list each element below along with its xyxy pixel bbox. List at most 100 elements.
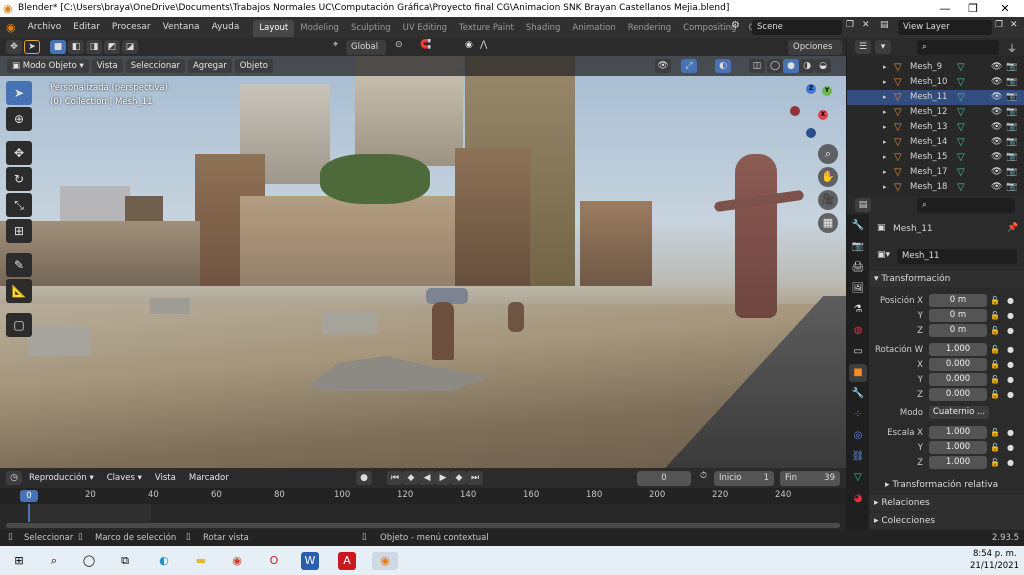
render-camera-icon[interactable]: 📷 (1006, 120, 1017, 135)
transform-tool-icon[interactable]: ⊞ (6, 219, 32, 243)
tab-shading[interactable]: Shading (520, 20, 567, 37)
close-button[interactable]: ✕ (990, 0, 1020, 17)
blender-menu-icon[interactable]: ◉ (0, 21, 22, 34)
timeline-scrollbar[interactable] (6, 523, 840, 528)
outliner-row-selected[interactable]: ▸ ▽ Mesh_11 ▽ 👁 📷 (847, 90, 1024, 105)
keyframe-dot-icon[interactable]: ● (1007, 296, 1014, 305)
modifier-tab-icon[interactable]: 🔧 (849, 385, 867, 403)
keyframe-dot-icon[interactable]: ● (1007, 458, 1014, 467)
timeline-view-menu[interactable]: Vista (150, 471, 181, 485)
rotation-x-field[interactable]: 0.000 (929, 358, 987, 371)
outliner-editor-icon[interactable]: ☰ (855, 40, 871, 54)
outliner-row[interactable]: ▸ ▽ Mesh_17 ▽ 👁 📷 (847, 165, 1024, 180)
keyframe-dot-icon[interactable]: ● (1007, 345, 1014, 354)
options-dropdown[interactable]: Opciones (788, 40, 842, 55)
current-frame-field[interactable]: 0 (637, 471, 691, 486)
object-name-field[interactable]: Mesh_11 (897, 249, 1017, 264)
editor-type-icon[interactable]: ✥ (6, 40, 22, 54)
expand-icon[interactable]: ▸ (883, 150, 887, 165)
rotation-mode-dropdown[interactable]: Cuaternio ... (929, 406, 989, 419)
lock-icon[interactable]: 🔓 (990, 345, 1000, 354)
delete-view-layer-icon[interactable]: ✕ (1010, 20, 1018, 30)
expand-icon[interactable]: ▸ (883, 90, 887, 105)
scene-field[interactable]: Scene (752, 20, 842, 35)
add-cube-tool-icon[interactable]: ▢ (6, 313, 32, 337)
play-reverse-icon[interactable]: ◀ (419, 471, 435, 485)
prev-keyframe-icon[interactable]: ◆ (403, 471, 419, 485)
render-camera-icon[interactable]: 📷 (1006, 75, 1017, 90)
location-z-field[interactable]: 0 m (929, 324, 987, 337)
marker-menu[interactable]: Marcador (184, 471, 234, 485)
filter-icon[interactable]: ⏚ (1007, 40, 1017, 55)
falloff-icon[interactable]: ⋀ (480, 40, 487, 50)
gizmo-toggle-icon[interactable]: ⤢ (681, 59, 697, 73)
physics-tab-icon[interactable]: ◎ (849, 427, 867, 445)
rotate-tool-icon[interactable]: ↻ (6, 167, 32, 191)
eye-icon[interactable]: 👁 (991, 60, 1002, 75)
scale-tool-icon[interactable]: ⤡ (6, 193, 32, 217)
acrobat-icon[interactable]: A (338, 552, 356, 570)
windows-start-icon[interactable]: ⊞ (10, 552, 28, 570)
visibility-icon[interactable]: 👁 (655, 59, 671, 73)
keyframe-dot-icon[interactable]: ● (1007, 326, 1014, 335)
gizmo-neg-z[interactable] (806, 128, 816, 138)
next-keyframe-icon[interactable]: ◆ (451, 471, 467, 485)
zoom-icon[interactable]: ⌕ (818, 144, 838, 164)
keyframe-dot-icon[interactable]: ● (1007, 428, 1014, 437)
minimize-button[interactable]: — (930, 0, 960, 17)
location-x-field[interactable]: 0 m (929, 294, 987, 307)
select-invert-icon[interactable]: ◩ (104, 40, 120, 54)
lock-icon[interactable]: 🔓 (990, 360, 1000, 369)
output-tab-icon[interactable]: 🖨 (849, 259, 867, 277)
navigation-gizmo[interactable]: Z Y X (788, 78, 838, 138)
outliner-row[interactable]: ▸ ▽ Mesh_15 ▽ 👁 📷 (847, 150, 1024, 165)
expand-icon[interactable]: ▸ (883, 180, 887, 195)
expand-icon[interactable]: ▸ (883, 165, 887, 180)
data-tab-icon[interactable]: ▽ (849, 469, 867, 487)
new-view-layer-icon[interactable]: ❐ (995, 20, 1003, 30)
timeline-body[interactable] (0, 504, 846, 530)
tab-modeling[interactable]: Modeling (294, 20, 345, 37)
view-layer-field[interactable]: View Layer (898, 20, 992, 35)
keyframe-dot-icon[interactable]: ● (1007, 390, 1014, 399)
select-intersect-icon[interactable]: ◪ (122, 40, 138, 54)
outliner-row[interactable]: ▸ ▽ Mesh_13 ▽ 👁 📷 (847, 120, 1024, 135)
scale-y-field[interactable]: 1.000 (929, 441, 987, 454)
location-y-field[interactable]: 0 m (929, 309, 987, 322)
expand-icon[interactable]: ▸ (883, 105, 887, 120)
blender-taskbar-icon[interactable]: ◉ (372, 552, 398, 570)
overlay-toggle-icon[interactable]: ◐ (715, 59, 731, 73)
cortana-icon[interactable]: ◯ (80, 552, 98, 570)
timeline-editor-icon[interactable]: ◷ (6, 471, 22, 485)
render-camera-icon[interactable]: 📷 (1006, 165, 1017, 180)
jump-start-icon[interactable]: ⏮ (387, 471, 403, 485)
render-camera-icon[interactable]: 📷 (1006, 90, 1017, 105)
keyframe-dot-icon[interactable]: ● (1007, 311, 1014, 320)
cursor-tool-icon[interactable]: ⊕ (6, 107, 32, 131)
select-tool-icon[interactable]: ➤ (24, 40, 40, 54)
measure-tool-icon[interactable]: 📐 (6, 279, 32, 303)
gizmo-neg-x[interactable] (790, 106, 800, 116)
select-subtract-icon[interactable]: ◨ (86, 40, 102, 54)
playback-menu[interactable]: Reproducción ▾ (24, 471, 99, 485)
eye-icon[interactable]: 👁 (991, 90, 1002, 105)
new-scene-icon[interactable]: ❐ (846, 20, 854, 30)
wireframe-shading-icon[interactable]: ◯ (767, 59, 783, 73)
keying-menu[interactable]: Claves ▾ (102, 471, 147, 485)
rotation-w-field[interactable]: 1.000 (929, 343, 987, 356)
material-tab-icon[interactable]: ◕ (849, 490, 867, 508)
render-camera-icon[interactable]: 📷 (1006, 150, 1017, 165)
render-camera-icon[interactable]: 📷 (1006, 180, 1017, 195)
tab-sculpting[interactable]: Sculpting (345, 20, 397, 37)
outliner-row[interactable]: ▸ ▽ Mesh_10 ▽ 👁 📷 (847, 75, 1024, 90)
relative-transform-panel[interactable]: ▸ Transformación relativa (869, 477, 1024, 493)
playhead-frame[interactable]: 0 (20, 490, 38, 502)
world-tab-icon[interactable]: ◍ (849, 322, 867, 340)
add-menu[interactable]: Agregar (187, 59, 232, 73)
file-explorer-icon[interactable]: ▬ (192, 552, 210, 570)
3d-viewport[interactable]: ▣ Modo Objeto ▾ Vista Seleccionar Agrega… (0, 56, 846, 468)
tab-animation[interactable]: Animation (566, 20, 621, 37)
data-block-icon[interactable]: ▣▾ (877, 250, 890, 260)
tab-uv-editing[interactable]: UV Editing (397, 20, 453, 37)
lock-icon[interactable]: 🔓 (990, 458, 1000, 467)
